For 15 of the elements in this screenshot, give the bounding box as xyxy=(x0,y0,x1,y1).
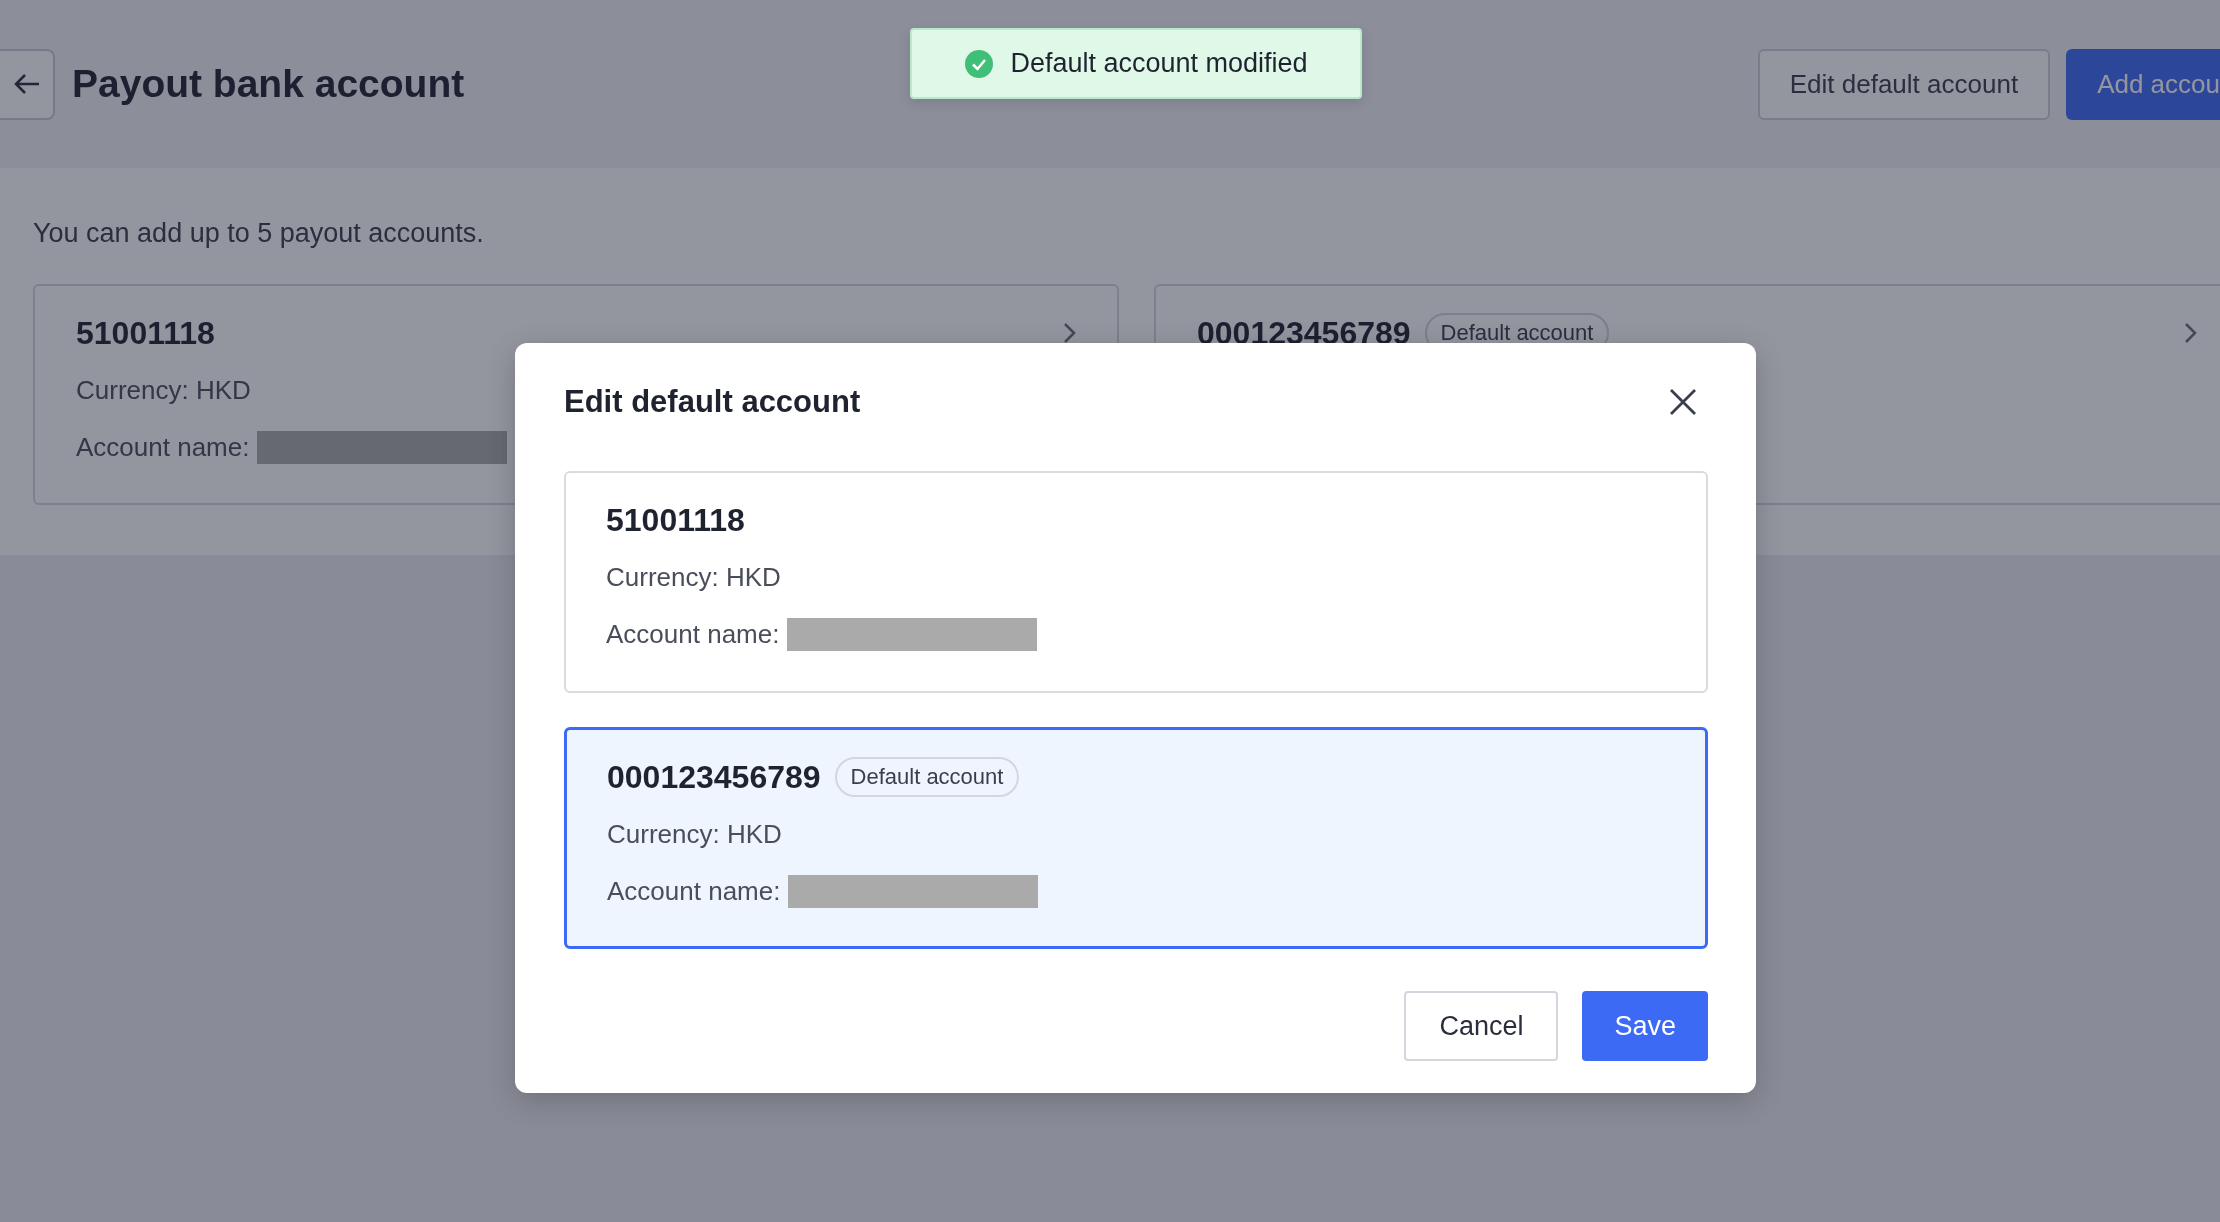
account-number: 000123456789 xyxy=(1197,314,1411,352)
notice-text: You can add up to 5 payout accounts. xyxy=(33,218,485,249)
account-number: 000123456789 xyxy=(607,758,821,796)
account-number: 51001118 xyxy=(606,501,745,539)
currency-label: Currency: HKD xyxy=(76,374,251,406)
currency-label: Currency: HKD xyxy=(606,561,781,593)
account-number: 51001118 xyxy=(76,314,215,352)
account-name-label: Account name: xyxy=(606,618,780,650)
account-name-label: Account name: xyxy=(76,431,250,463)
dialog-title: Edit default account xyxy=(564,384,861,420)
page-title: Payout bank account xyxy=(72,62,465,106)
default-badge: Default account xyxy=(834,757,1020,797)
toast-message: Default account modified xyxy=(1010,48,1308,79)
account-name-label: Account name: xyxy=(607,875,781,907)
currency-label: Currency: HKD xyxy=(607,818,782,850)
